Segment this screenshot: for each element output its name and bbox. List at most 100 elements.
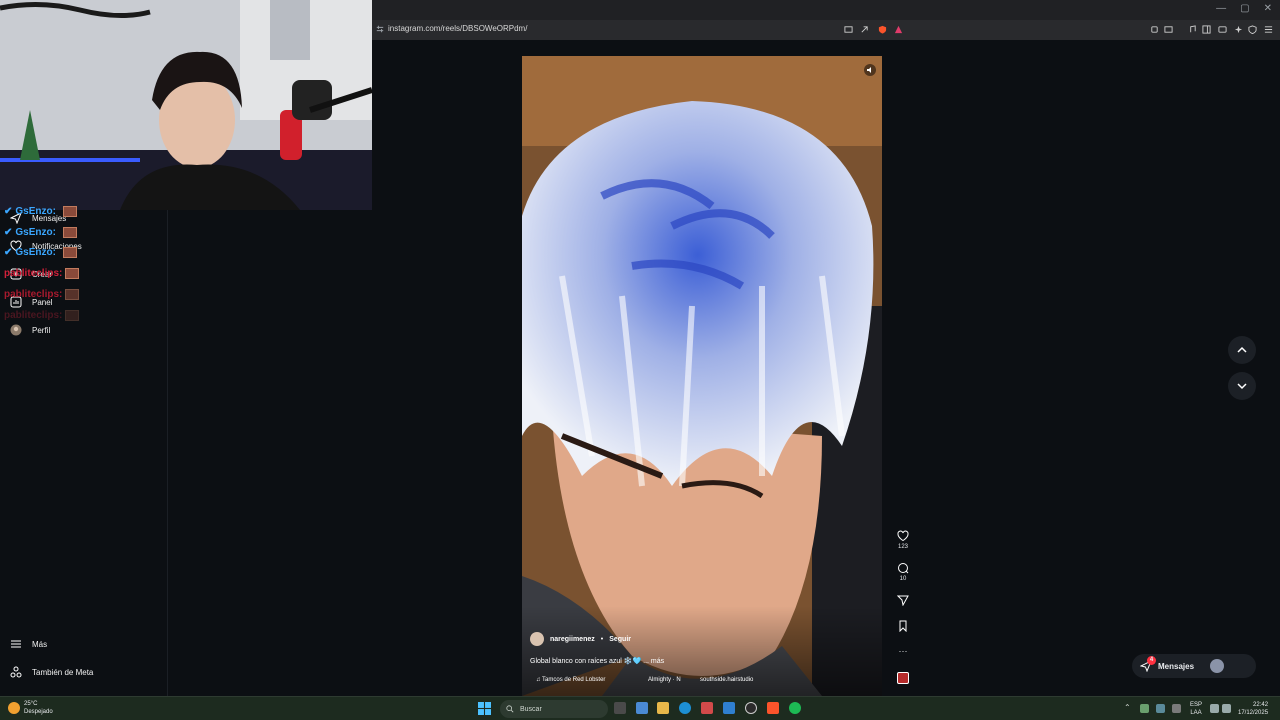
emote-icon xyxy=(65,289,80,300)
chevron-down-icon xyxy=(1237,383,1247,390)
sidebar-item-perfil[interactable]: Perfil xyxy=(10,324,50,336)
weather-icon xyxy=(8,702,20,714)
chat-username: GsEnzo: xyxy=(15,247,56,258)
address-bar: instagram.com/reels/DBSOWeORPdm/ xyxy=(372,20,1280,40)
emote-icon xyxy=(65,268,80,279)
language-layout: LAA xyxy=(1190,710,1202,716)
emote-icon xyxy=(62,227,77,238)
brave-icon[interactable] xyxy=(767,702,779,714)
app-icon[interactable] xyxy=(636,702,648,714)
comment-count: 10 xyxy=(899,576,907,582)
search-placeholder: Buscar xyxy=(520,705,542,713)
language-indicator[interactable]: ESP LAA xyxy=(1190,701,1202,717)
chevron-up-icon xyxy=(1237,346,1247,353)
avatar-icon xyxy=(10,324,22,336)
rewards-icon[interactable] xyxy=(894,25,903,34)
windows-taskbar: 25°C Despejado Buscar ⌃ ESP LAA 22:42 17… xyxy=(0,696,1280,720)
emote-icon xyxy=(62,206,77,217)
share-button[interactable] xyxy=(892,594,914,608)
comment-button[interactable]: 10 xyxy=(892,562,914,582)
heart-icon xyxy=(897,530,909,542)
sidebar-icon[interactable] xyxy=(1202,25,1211,34)
microphone-icon[interactable] xyxy=(1172,704,1181,713)
chat-username: GsEnzo: xyxy=(15,227,56,238)
author-username[interactable]: naregiimenez xyxy=(550,636,595,643)
previous-reel-button[interactable] xyxy=(1228,336,1256,364)
reel-song[interactable]: Almighty · N xyxy=(648,677,681,683)
reel-tag[interactable]: southside.hairstudio xyxy=(700,677,753,683)
maximize-button[interactable]: ▢ xyxy=(1240,3,1249,14)
task-view-icon[interactable] xyxy=(614,702,626,714)
window-controls: — ▢ ✕ xyxy=(1216,3,1272,14)
chat-badge-icon: ✔ xyxy=(4,247,13,258)
weather-widget[interactable]: 25°C Despejado xyxy=(8,700,53,716)
messages-label: Mensajes xyxy=(1158,661,1195,671)
chat-badge-icon: ✔ xyxy=(4,206,13,217)
separator-dot: • xyxy=(600,635,604,643)
audio-cover-icon xyxy=(897,672,909,684)
reel-video[interactable]: naregiimenez • Seguir Global blanco con … xyxy=(522,56,882,696)
vpn-icon[interactable] xyxy=(1248,25,1257,34)
sidebar-item-tambien-de-meta[interactable]: También de Meta xyxy=(10,666,93,678)
chat-username: GsEnzo: xyxy=(15,206,56,217)
close-button[interactable]: ✕ xyxy=(1264,3,1272,14)
messages-badge: 4 xyxy=(1147,656,1156,665)
weather-desc: Despejado xyxy=(24,709,53,715)
screenshot-icon[interactable] xyxy=(1164,25,1173,34)
media-icon[interactable] xyxy=(1188,25,1197,34)
volume-icon[interactable] xyxy=(1222,704,1231,713)
author-avatar[interactable] xyxy=(530,632,544,646)
spotify-icon[interactable] xyxy=(789,702,801,714)
chat-username: pabliteclips: xyxy=(4,268,63,279)
follow-button[interactable]: Seguir xyxy=(609,636,631,643)
reel-frame xyxy=(522,56,882,696)
avatar xyxy=(1210,659,1225,673)
menu-icon[interactable] xyxy=(1264,25,1273,34)
bookmark-icon xyxy=(899,620,907,633)
tray-app-icon[interactable] xyxy=(1156,704,1165,713)
install-icon[interactable] xyxy=(844,25,853,34)
network-icon[interactable] xyxy=(1210,704,1219,713)
clock-time: 22:42 xyxy=(1253,702,1269,708)
mute-icon[interactable] xyxy=(864,64,876,76)
send-icon xyxy=(896,595,909,607)
extensions-icon[interactable] xyxy=(1150,25,1159,34)
wallet-icon[interactable] xyxy=(1218,25,1227,34)
telegram-icon[interactable] xyxy=(723,702,735,714)
save-button[interactable] xyxy=(892,620,914,634)
chat-message: pabliteclips: xyxy=(4,310,80,321)
share-icon[interactable] xyxy=(860,25,869,34)
reel-audio[interactable]: ♫ Tamcos de Red Lobster xyxy=(536,677,605,683)
sidebar-item-mas[interactable]: Más xyxy=(10,638,47,650)
edge-icon[interactable] xyxy=(679,702,691,714)
leo-ai-icon[interactable] xyxy=(1234,25,1243,34)
chat-message: ✔ GsEnzo: xyxy=(4,247,77,258)
instagram-sidebar: Mensajes Notificaciones Crear Panel Perf… xyxy=(0,206,168,696)
clock-date: 17/12/2025 xyxy=(1238,710,1269,716)
reel-caption[interactable]: Global blanco con raíces azul ❄️🩵 ... má… xyxy=(530,657,664,665)
like-count: 123 xyxy=(897,544,908,550)
brave-shield-icon[interactable] xyxy=(878,25,887,34)
site-info-icon[interactable] xyxy=(376,25,384,33)
send-icon: 4 xyxy=(1139,656,1156,673)
minimize-button[interactable]: — xyxy=(1216,3,1226,14)
audio-thumbnail[interactable] xyxy=(892,672,914,686)
like-button[interactable]: 123 xyxy=(892,530,914,550)
tray-app-icon[interactable] xyxy=(1140,704,1149,713)
next-reel-button[interactable] xyxy=(1228,372,1256,400)
weather-temp: 25°C xyxy=(24,701,38,707)
clock[interactable]: 22:42 17/12/2025 xyxy=(1238,701,1268,717)
taskbar-search[interactable]: Buscar xyxy=(500,700,608,718)
app-icon[interactable] xyxy=(701,702,713,714)
sidebar-item-label: También de Meta xyxy=(32,667,94,677)
windows-start-icon[interactable] xyxy=(478,702,491,715)
tray-chevron-icon[interactable]: ⌃ xyxy=(1124,703,1131,712)
menu-icon xyxy=(11,640,21,648)
chat-message: pabliteclips: xyxy=(4,268,80,279)
messages-pill[interactable]: 4 Mensajes xyxy=(1132,654,1256,678)
more-options-button[interactable]: ··· xyxy=(892,646,914,656)
url-field[interactable]: instagram.com/reels/DBSOWeORPdm/ xyxy=(388,24,527,33)
meta-icon xyxy=(10,666,22,678)
obs-icon[interactable] xyxy=(745,702,757,714)
file-explorer-icon[interactable] xyxy=(657,702,669,714)
